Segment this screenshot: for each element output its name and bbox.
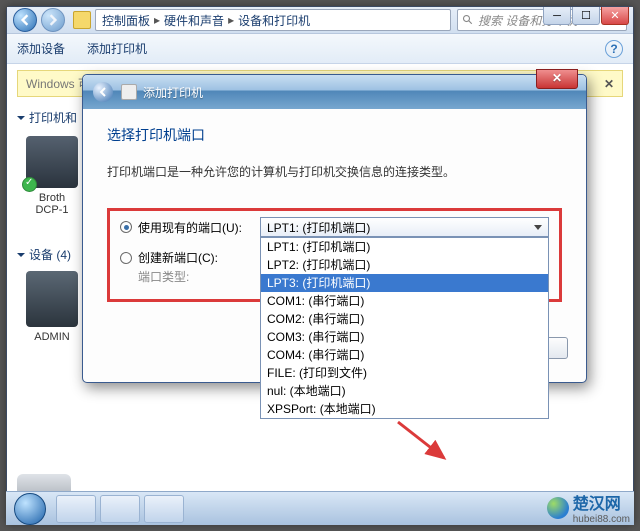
default-check-icon — [22, 177, 37, 192]
device-label: DCP-1 — [17, 204, 87, 216]
radio-icon — [120, 221, 132, 233]
chevron-down-icon — [534, 225, 542, 230]
taskbar-pin[interactable] — [144, 495, 184, 523]
command-bar: 添加设备 添加打印机 ? — [7, 34, 633, 64]
port-option[interactable]: LPT2: (打印机端口) — [261, 256, 548, 274]
device-item[interactable]: ADMIN — [17, 271, 87, 343]
watermark-url: hubei88.com — [573, 514, 630, 525]
pc-icon — [26, 271, 78, 327]
printer-item[interactable]: Broth DCP-1 — [17, 136, 87, 216]
chevron-down-icon — [17, 116, 25, 120]
printer-icon — [121, 84, 137, 100]
radio-label: 使用现有的端口(U): — [138, 219, 260, 236]
radio-label: 创建新端口(C): — [138, 249, 260, 266]
toolbar-add-printer[interactable]: 添加打印机 — [87, 40, 147, 57]
radio-use-existing[interactable]: 使用现有的端口(U): LPT1: (打印机端口) LPT1: (打印机端口)L… — [120, 217, 549, 237]
port-dropdown[interactable]: LPT1: (打印机端口)LPT2: (打印机端口)LPT3: (打印机端口)C… — [260, 237, 549, 419]
port-option[interactable]: LPT1: (打印机端口) — [261, 238, 548, 256]
minimize-button[interactable]: ─ — [543, 7, 571, 25]
explorer-titlebar: 控制面板▸ 硬件和声音▸ 设备和打印机 搜索 设备和打印机 ─ ☐ ✕ — [7, 7, 633, 34]
forward-button[interactable] — [41, 8, 65, 32]
dialog-titlebar: 添加打印机 ✕ — [83, 75, 586, 109]
folder-icon — [73, 11, 91, 29]
breadcrumb[interactable]: 控制面板▸ 硬件和声音▸ 设备和打印机 — [95, 9, 451, 31]
watermark-logo-icon — [547, 497, 569, 519]
watermark-brand: 楚汉网 — [573, 496, 621, 513]
dialog-description: 打印机端口是一种允许您的计算机与打印机交换信息的连接类型。 — [107, 163, 562, 180]
info-bar-close-icon[interactable]: ✕ — [604, 77, 614, 91]
close-button[interactable]: ✕ — [601, 7, 629, 25]
section-label: 设备 (4) — [29, 246, 71, 263]
device-label: ADMIN — [17, 331, 87, 343]
taskbar-pin[interactable] — [100, 495, 140, 523]
port-option[interactable]: COM3: (串行端口) — [261, 328, 548, 346]
info-bar-text: Windows 可 — [26, 75, 90, 92]
taskbar-pin[interactable] — [56, 495, 96, 523]
back-button[interactable] — [13, 8, 37, 32]
printer-icon — [26, 136, 78, 188]
dialog-heading: 选择打印机端口 — [107, 125, 562, 145]
start-button[interactable] — [14, 493, 46, 525]
port-option[interactable]: COM2: (串行端口) — [261, 310, 548, 328]
section-label: 打印机和 — [29, 109, 77, 126]
breadcrumb-item[interactable]: 硬件和声音 — [164, 12, 224, 29]
maximize-button[interactable]: ☐ — [572, 7, 600, 25]
help-button[interactable]: ? — [605, 40, 623, 58]
port-option[interactable]: XPSPort: (本地端口) — [261, 400, 548, 418]
breadcrumb-item[interactable]: 控制面板 — [102, 12, 150, 29]
breadcrumb-item[interactable]: 设备和打印机 — [238, 12, 310, 29]
port-type-label: 端口类型: — [138, 270, 189, 284]
port-option[interactable]: FILE: (打印到文件) — [261, 364, 548, 382]
radio-icon — [120, 252, 132, 264]
toolbar-add-device[interactable]: 添加设备 — [17, 40, 65, 57]
combo-selected-value: LPT1: (打印机端口) — [267, 219, 370, 236]
watermark: 楚汉网 hubei88.com — [547, 490, 630, 525]
search-icon — [462, 14, 474, 26]
dialog-body: 选择打印机端口 打印机端口是一种允许您的计算机与打印机交换信息的连接类型。 使用… — [83, 109, 586, 320]
port-selection-area: 使用现有的端口(U): LPT1: (打印机端口) LPT1: (打印机端口)L… — [107, 208, 562, 302]
port-option[interactable]: nul: (本地端口) — [261, 382, 548, 400]
dialog-title: 添加打印机 — [143, 84, 203, 101]
window-controls: ─ ☐ ✕ — [542, 7, 629, 25]
chevron-down-icon — [17, 253, 25, 257]
port-option[interactable]: COM1: (串行端口) — [261, 292, 548, 310]
device-label: Broth — [17, 192, 87, 204]
port-option[interactable]: COM4: (串行端口) — [261, 346, 548, 364]
port-option[interactable]: LPT3: (打印机端口) — [261, 274, 548, 292]
port-combobox[interactable]: LPT1: (打印机端口) LPT1: (打印机端口)LPT2: (打印机端口)… — [260, 217, 549, 237]
add-printer-dialog: 添加打印机 ✕ 选择打印机端口 打印机端口是一种允许您的计算机与打印机交换信息的… — [82, 74, 587, 383]
dialog-back-button[interactable] — [93, 82, 113, 102]
taskbar[interactable] — [6, 491, 634, 525]
dialog-close-button[interactable]: ✕ — [536, 69, 578, 89]
